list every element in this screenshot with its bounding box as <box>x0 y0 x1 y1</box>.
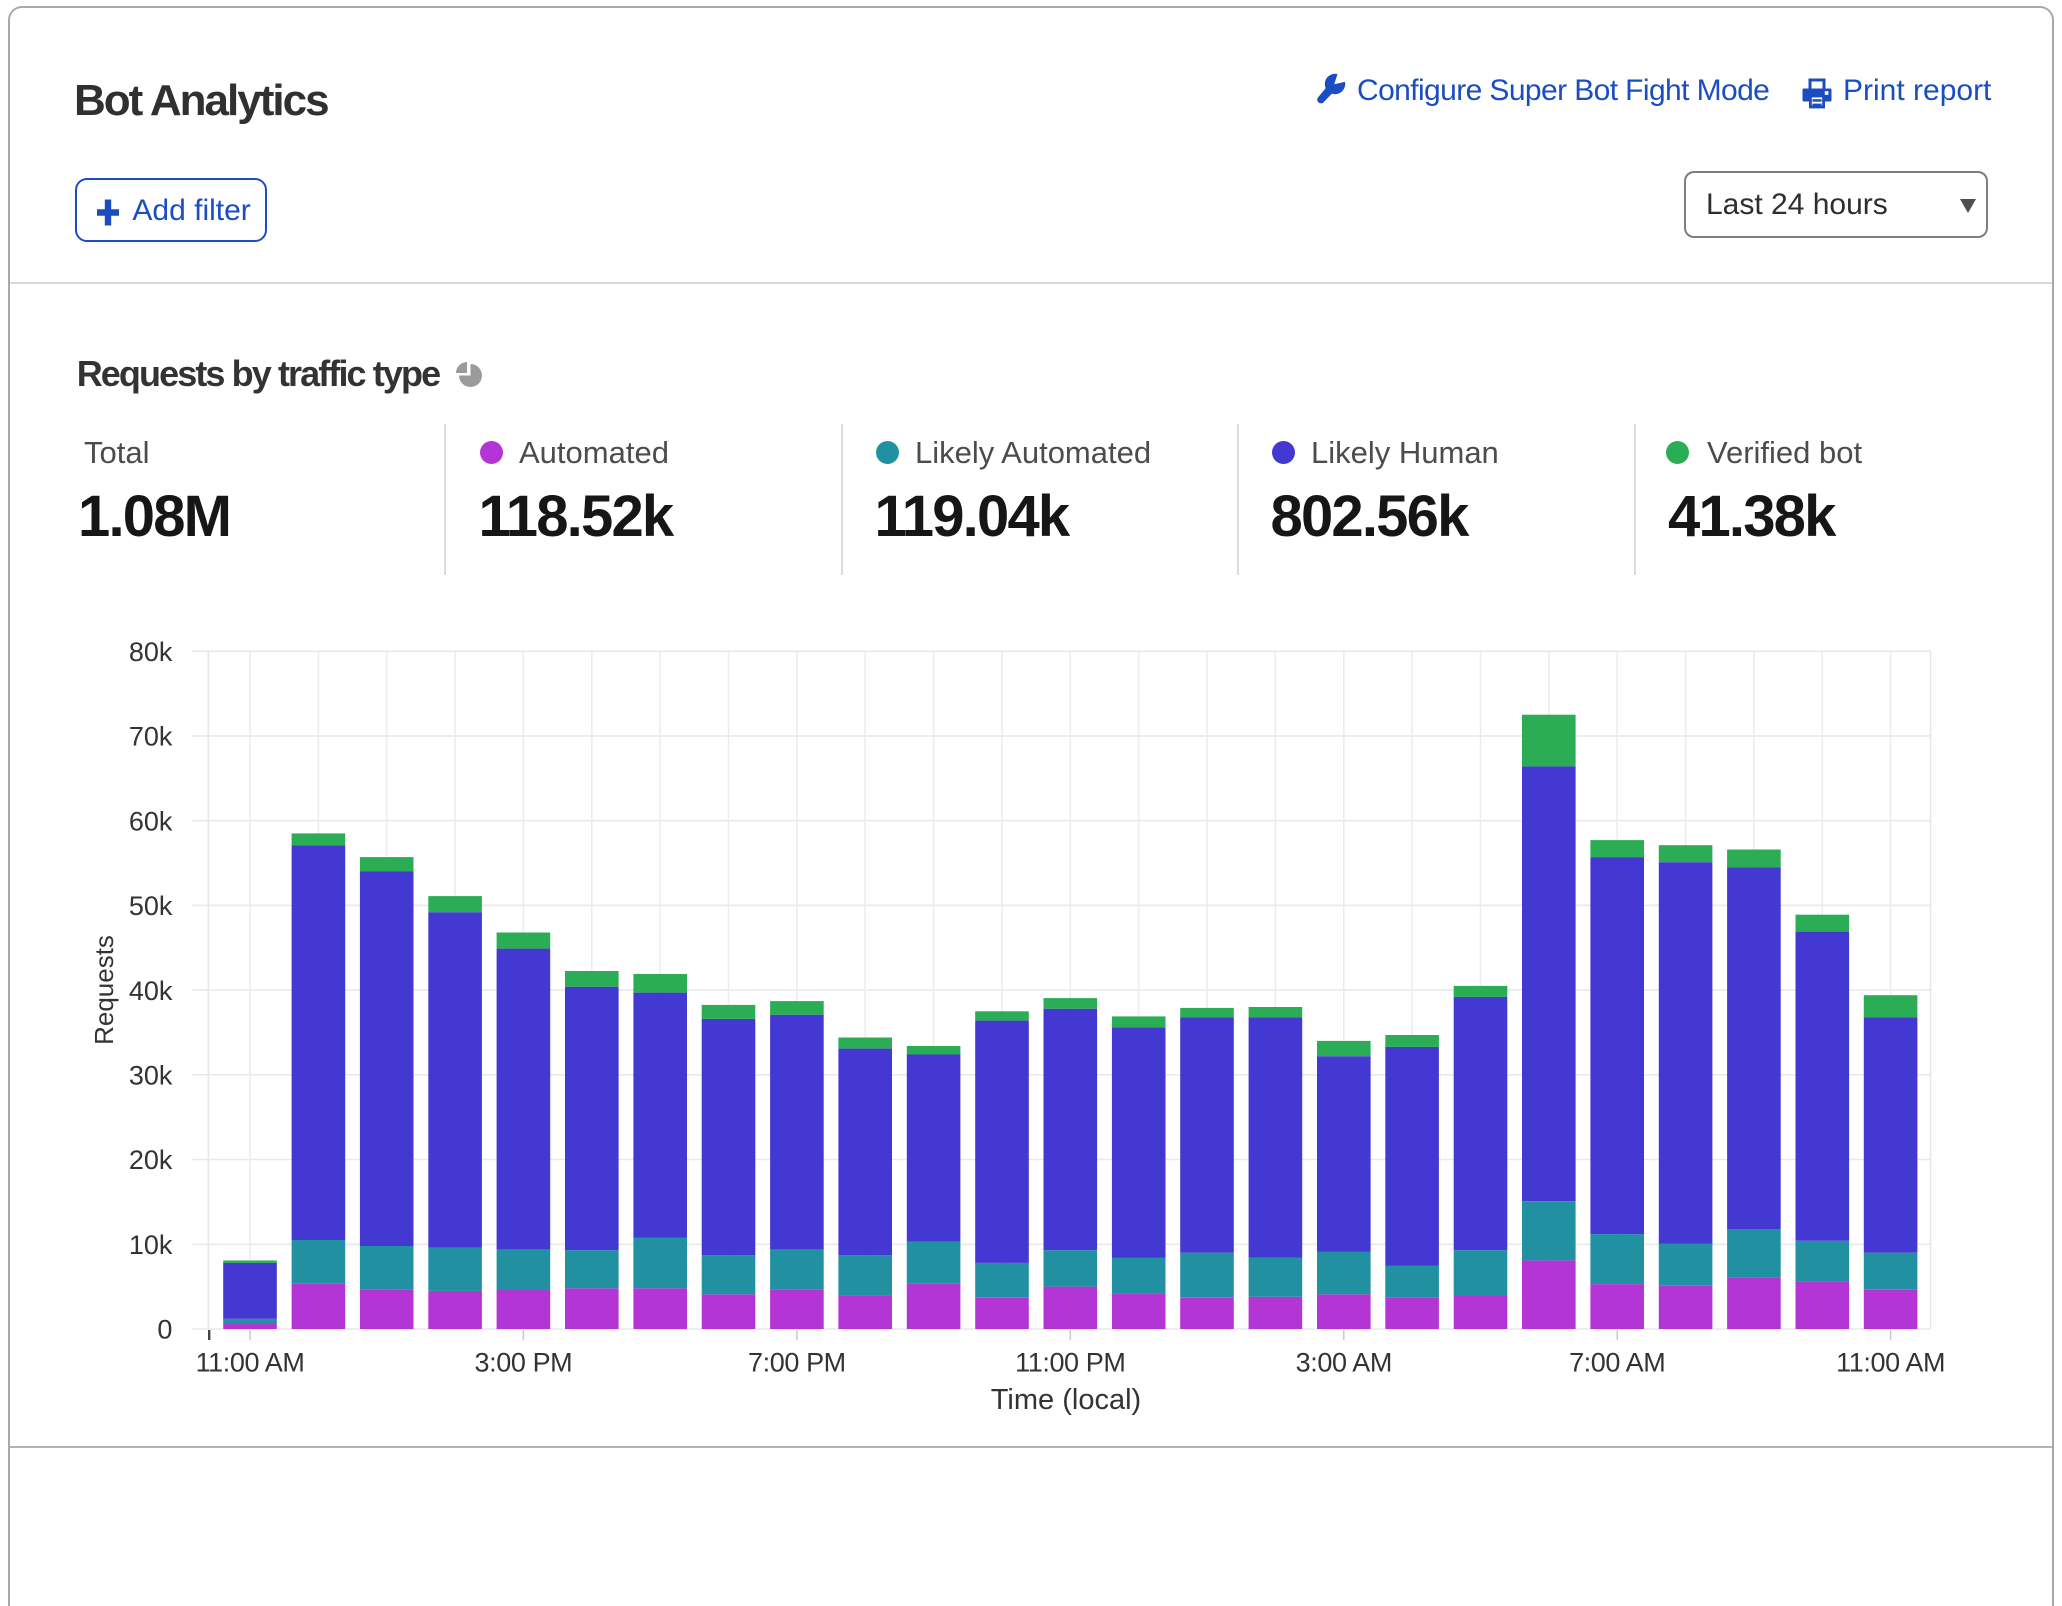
svg-text:3:00 AM: 3:00 AM <box>1296 1347 1392 1377</box>
svg-text:50k: 50k <box>129 891 173 921</box>
svg-text:20k: 20k <box>129 1145 173 1175</box>
svg-text:Time (local): Time (local) <box>991 1384 1141 1416</box>
svg-text:80k: 80k <box>129 637 173 667</box>
svg-text:Requests: Requests <box>89 935 119 1045</box>
svg-text:11:00 AM: 11:00 AM <box>196 1347 305 1377</box>
svg-text:60k: 60k <box>129 806 173 836</box>
svg-text:7:00 AM: 7:00 AM <box>1569 1347 1665 1377</box>
svg-text:3:00 PM: 3:00 PM <box>475 1347 573 1377</box>
svg-text:11:00 AM: 11:00 AM <box>1836 1347 1945 1377</box>
svg-text:70k: 70k <box>129 722 173 752</box>
svg-text:11:00 PM: 11:00 PM <box>1015 1347 1125 1377</box>
svg-text:40k: 40k <box>129 976 173 1006</box>
svg-text:10k: 10k <box>129 1230 173 1260</box>
svg-text:30k: 30k <box>129 1061 173 1091</box>
svg-text:0: 0 <box>157 1315 172 1345</box>
svg-text:7:00 PM: 7:00 PM <box>748 1347 846 1377</box>
